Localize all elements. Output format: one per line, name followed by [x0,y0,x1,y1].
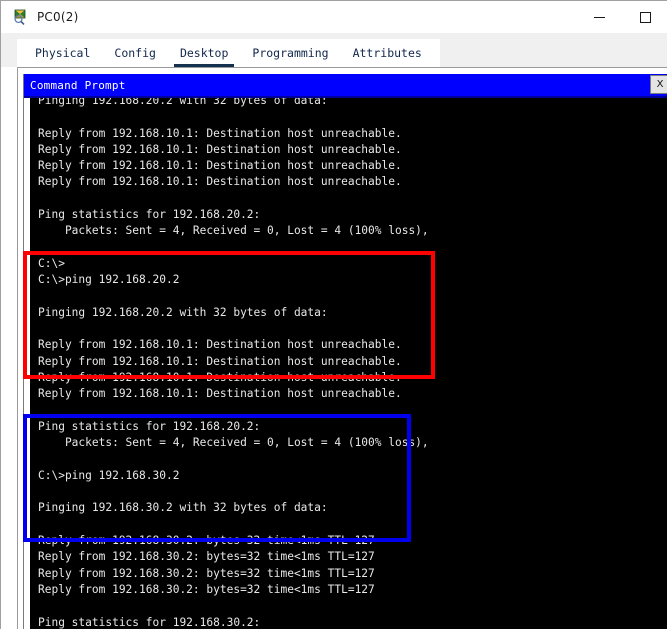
terminal-line: Packets: Sent = 4, Received = 0, Lost = … [38,436,429,450]
desktop-panel: Command Prompt X Pinging 192.168.20.2 wi… [17,67,667,629]
terminal-line: Ping statistics for 192.168.20.2: [38,419,261,433]
command-prompt-title: Command Prompt [30,78,126,92]
terminal-line: Reply from 192.168.30.2: bytes=32 time<1… [38,550,375,564]
terminal-line: Reply from 192.168.10.1: Destination hos… [38,338,402,352]
terminal-line: C:\>ping 192.168.20.2 [38,273,180,287]
terminal-line: Reply from 192.168.10.1: Destination hos… [38,159,402,173]
tab-attributes-label: Attributes [352,46,422,60]
tab-physical[interactable]: Physical [23,39,102,67]
terminal-line: Reply from 192.168.10.1: Destination hos… [38,126,402,140]
terminal-line: Reply from 192.168.10.1: Destination hos… [38,142,402,156]
terminal-line: Reply from 192.168.30.2: bytes=32 time<1… [38,582,375,596]
terminal-line: C:\>ping 192.168.30.2 [38,468,180,482]
terminal-line: Packets: Sent = 4, Received = 0, Lost = … [38,224,429,238]
minimize-button[interactable] [576,1,622,33]
minimize-icon [593,16,605,18]
terminal-line: Reply from 192.168.10.1: Destination hos… [38,371,402,385]
terminal-line: Ping statistics for 192.168.30.2: [38,615,261,629]
packet-tracer-pc-icon [12,8,30,26]
terminal-line: Reply from 192.168.10.1: Destination hos… [38,387,402,401]
window-title: PC0(2) [37,9,79,24]
tabstrip: Physical Config Desktop Programming Attr… [1,33,667,67]
terminal-line: Reply from 192.168.10.1: Destination hos… [38,354,402,368]
window-controls [576,1,667,33]
close-icon[interactable]: X [650,75,667,94]
maximize-button[interactable] [622,1,667,33]
tab-physical-label: Physical [35,46,91,60]
terminal-lines: Pinging 192.168.20.2 with 32 bytes of da… [30,98,667,629]
maximize-icon [639,11,651,23]
terminal-line: Reply from 192.168.30.2: bytes=32 time<1… [38,566,375,580]
tab-config-label: Config [114,46,156,60]
terminal-output-area[interactable]: Pinging 192.168.20.2 with 32 bytes of da… [30,98,667,629]
terminal-line: Pinging 192.168.30.2 with 32 bytes of da… [38,501,328,515]
tab-desktop-label: Desktop [179,46,229,60]
terminal-line: C:\> [38,256,65,270]
tab-attributes[interactable]: Attributes [341,39,434,67]
terminal-line: Pinging 192.168.20.2 with 32 bytes of da… [38,98,328,107]
terminal-line: Reply from 192.168.10.1: Destination hos… [38,175,402,189]
tab-programming-label: Programming [252,46,329,60]
terminal-line: Pinging 192.168.20.2 with 32 bytes of da… [38,305,328,319]
terminal-line: Ping statistics for 192.168.20.2: [38,208,261,222]
close-label: X [656,79,664,90]
tab-programming[interactable]: Programming [240,39,340,67]
terminal-line: Reply from 192.168.30.2: bytes=32 time<1… [38,534,375,548]
packet-tracer-pc-window: PC0(2) Physical Config Desktop Programmi… [0,0,667,629]
tab-desktop[interactable]: Desktop [168,39,240,67]
tabs-container: Physical Config Desktop Programming Attr… [17,39,440,67]
terminal-wrapper: Pinging 192.168.20.2 with 32 bytes of da… [24,96,667,629]
command-prompt-titlebar: Command Prompt X [24,74,667,96]
tab-config[interactable]: Config [102,39,168,67]
window-titlebar: PC0(2) [1,1,667,33]
command-prompt-window: Command Prompt X Pinging 192.168.20.2 wi… [23,74,667,629]
